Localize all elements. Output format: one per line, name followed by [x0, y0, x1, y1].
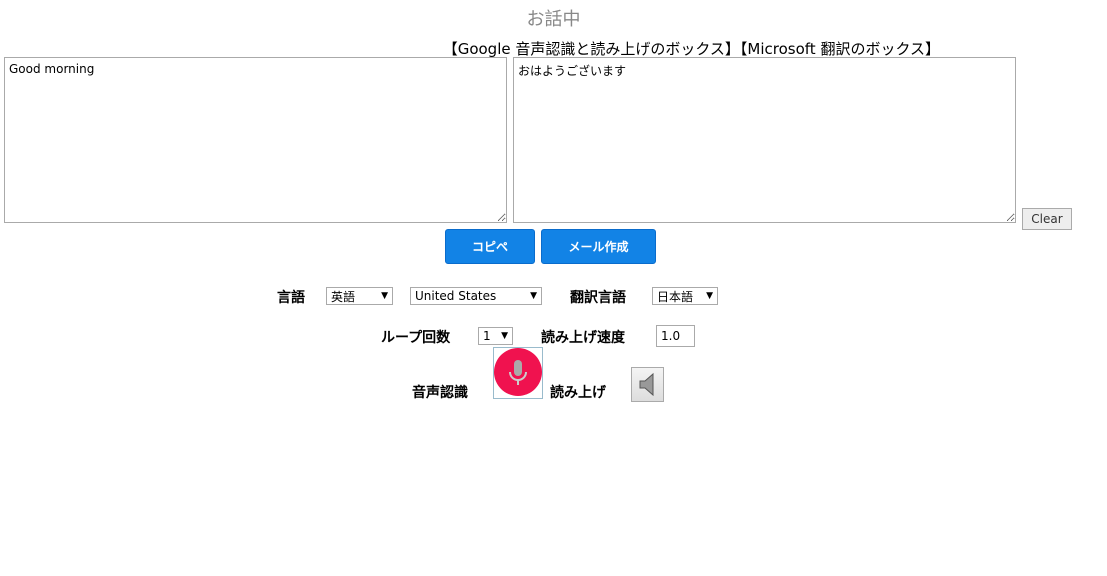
speaker-icon	[639, 372, 654, 397]
dropdown-arrow-icon: ▼	[501, 331, 508, 341]
language-label: 言語	[277, 290, 305, 306]
translate-language-value: 日本語	[657, 289, 694, 304]
region-select[interactable]: United States ▼	[410, 287, 542, 305]
speed-input[interactable]: 1.0	[656, 325, 695, 347]
recognition-label: 音声認識	[412, 385, 468, 401]
mic-icon	[494, 348, 542, 396]
dropdown-arrow-icon: ▼	[530, 291, 537, 301]
mic-button[interactable]	[493, 347, 543, 399]
loop-label: ループ回数	[381, 330, 451, 346]
status-text: お話中	[526, 9, 581, 30]
dropdown-arrow-icon: ▼	[706, 291, 713, 301]
translate-language-select[interactable]: 日本語 ▼	[652, 287, 718, 305]
compose-mail-button[interactable]: メール作成	[541, 229, 656, 264]
language-value: 英語	[331, 289, 356, 304]
language-select[interactable]: 英語 ▼	[326, 287, 393, 305]
translate-language-label: 翻訳言語	[570, 290, 626, 306]
dropdown-arrow-icon: ▼	[381, 291, 388, 301]
speaker-button[interactable]	[631, 367, 664, 402]
loop-value: 1	[483, 329, 491, 343]
readout-label: 読み上げ	[550, 385, 606, 401]
clear-button[interactable]: Clear	[1022, 208, 1072, 230]
microsoft-translation-textarea[interactable]: おはようございます	[513, 57, 1016, 223]
loop-select[interactable]: 1 ▼	[478, 327, 513, 345]
google-speech-textarea[interactable]: Good morning	[4, 57, 507, 223]
speed-label: 読み上げ速度	[541, 330, 625, 346]
region-value: United States	[415, 289, 497, 303]
box-labels: 【Google 音声認識と読み上げのボックス】【Microsoft 翻訳のボック…	[442, 40, 940, 58]
copy-button[interactable]: コピペ	[445, 229, 535, 264]
